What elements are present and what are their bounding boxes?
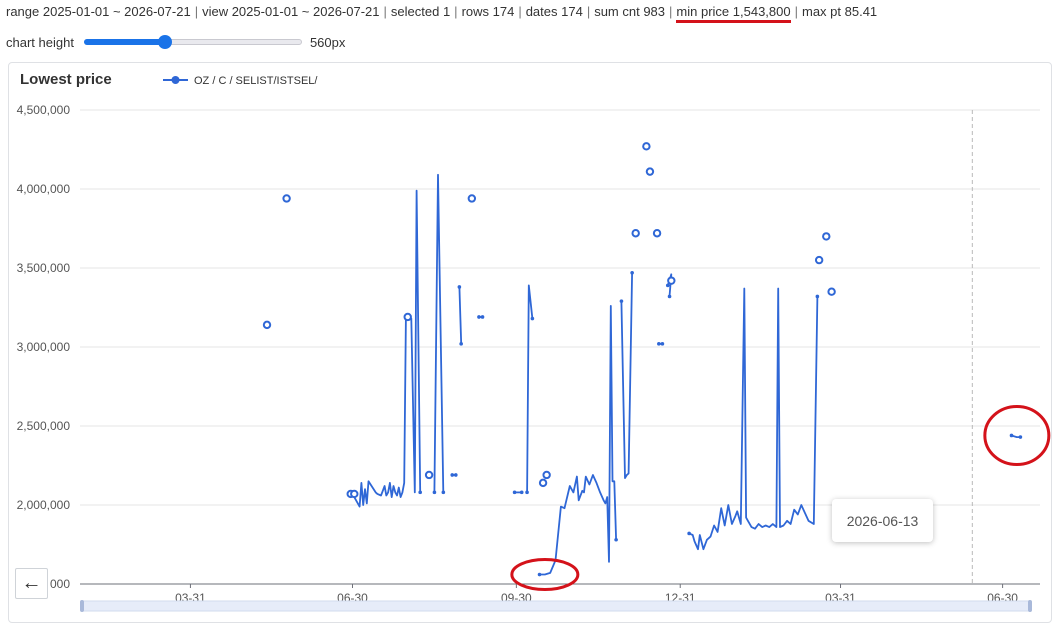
data-point	[467, 194, 477, 203]
series-line	[351, 189, 422, 508]
data-point	[645, 167, 655, 176]
series-endpoint	[614, 537, 618, 542]
series-endpoint	[530, 316, 535, 321]
legend-marker	[171, 76, 180, 84]
series-endpoint	[667, 294, 672, 299]
series-endpoint	[657, 342, 661, 346]
date-tooltip: 2026-06-13	[832, 499, 933, 542]
series-endpoint	[432, 490, 437, 495]
y-tick-label: 2,000,000	[17, 498, 71, 512]
chart-title: Lowest price	[20, 71, 112, 88]
data-point	[652, 229, 662, 238]
data-point	[814, 255, 824, 265]
series-line	[458, 286, 463, 344]
back-button[interactable]: ←	[15, 568, 48, 599]
series-endpoint	[512, 490, 517, 495]
series-endpoint	[537, 572, 542, 577]
y-tick-label: 4,500,000	[17, 103, 71, 117]
series-line	[433, 173, 445, 493]
data-point	[542, 470, 551, 480]
series-line	[539, 304, 617, 576]
data-point	[262, 320, 272, 330]
series-line	[526, 284, 534, 493]
series-endpoint	[459, 342, 463, 346]
y-tick-label: 2,500,000	[17, 419, 71, 433]
y-tick-label: 000	[50, 577, 70, 591]
series-endpoint	[519, 490, 524, 495]
legend-label: OZ / C / SELIST/ISTSEL/	[194, 75, 318, 87]
legend: OZ / C / SELIST/ISTSEL/	[163, 75, 318, 87]
series-endpoint	[457, 285, 462, 289]
series-endpoint	[630, 270, 634, 275]
annotation-circle	[983, 404, 1051, 466]
series-endpoint	[525, 490, 529, 495]
series-endpoint	[660, 342, 665, 346]
data-point	[822, 232, 831, 241]
data-point	[403, 312, 412, 322]
series-endpoint	[477, 315, 481, 319]
series-endpoint	[454, 473, 458, 477]
series-endpoint	[1009, 433, 1014, 438]
data-point	[667, 276, 676, 285]
data-point	[827, 287, 836, 296]
data-point	[282, 194, 291, 203]
y-tick-label: 3,000,000	[17, 340, 71, 354]
tooltip-date: 2026-06-13	[846, 512, 919, 529]
zoom-handle-right	[1028, 600, 1032, 612]
data-point	[538, 478, 548, 488]
y-tick-label: 3,500,000	[17, 261, 71, 275]
data-point	[631, 229, 640, 238]
series-line	[620, 272, 633, 480]
data-point	[424, 470, 434, 480]
series-line	[688, 287, 819, 551]
grid-layer	[80, 109, 1040, 506]
series-endpoint	[687, 531, 691, 536]
series-endpoint	[619, 299, 624, 303]
series-endpoint	[418, 490, 422, 495]
data-point	[350, 489, 359, 499]
series-endpoint	[450, 473, 455, 477]
series-endpoint	[441, 490, 446, 495]
y-tick-label: 4,000,000	[17, 182, 71, 196]
zoom-bar	[80, 600, 1032, 612]
series-endpoint	[1018, 435, 1023, 439]
zoom-track	[81, 600, 1031, 612]
series-endpoint	[815, 294, 820, 299]
zoom-handle-left	[80, 600, 84, 612]
data-point	[642, 142, 651, 151]
arrow-left-icon: ←	[21, 572, 42, 594]
series-endpoint	[480, 315, 485, 319]
